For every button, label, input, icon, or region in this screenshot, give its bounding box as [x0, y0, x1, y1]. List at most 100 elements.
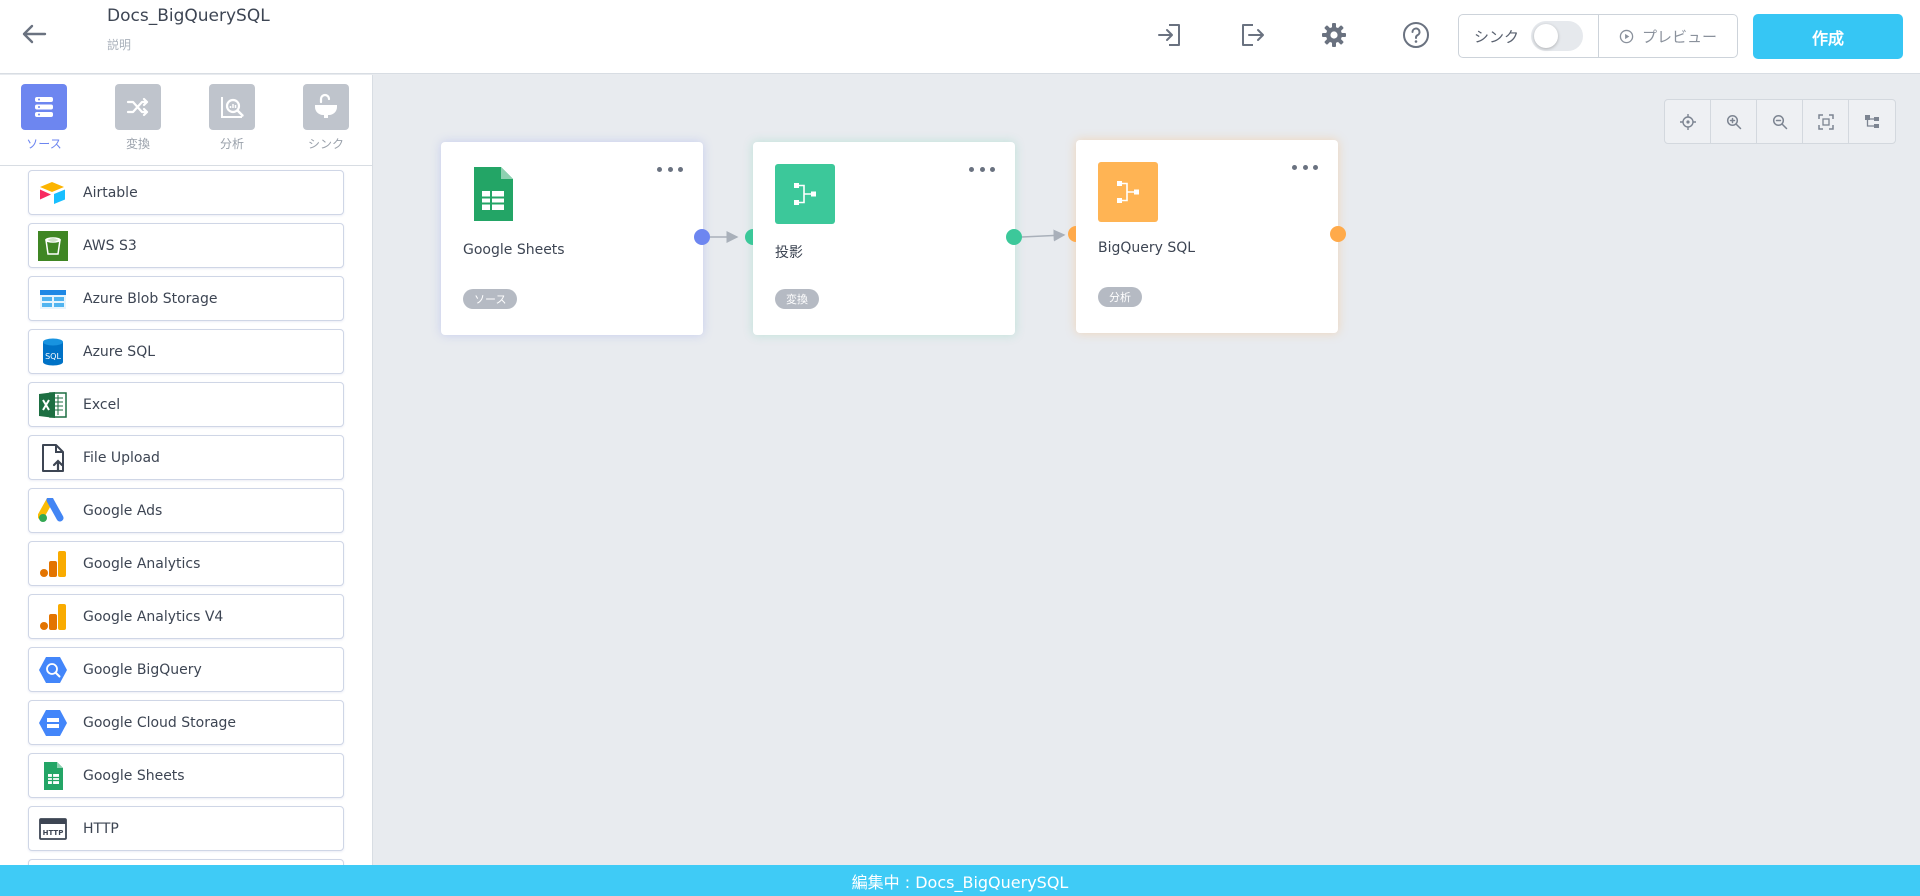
create-button[interactable]: 作成 — [1753, 14, 1903, 59]
node-menu-button[interactable] — [657, 162, 683, 176]
azure-sql-icon: SQL — [38, 337, 68, 367]
page-description[interactable]: 説明 — [107, 36, 131, 53]
node-title: Google Sheets — [463, 242, 565, 258]
connector-label: Google Analytics — [83, 555, 201, 572]
bigquery-icon — [38, 655, 68, 685]
flow-canvas[interactable]: Google Sheets ソース 投影 変換 BigQuery SQL 分析 — [374, 75, 1920, 865]
node-menu-button[interactable] — [1292, 160, 1318, 174]
shuffle-icon — [115, 84, 161, 130]
play-circle-icon — [1619, 29, 1634, 43]
import-button[interactable] — [1153, 18, 1187, 52]
node-google-sheets[interactable]: Google Sheets ソース — [441, 142, 703, 335]
help-button[interactable] — [1399, 18, 1433, 52]
connector-sidebar: ソース 変換 分析 シンク Airtable AWS S3 Azure Blob… — [0, 75, 373, 865]
output-port[interactable] — [1006, 229, 1022, 245]
sync-label: シンク — [1474, 27, 1520, 46]
connector-label: Azure SQL — [83, 343, 156, 360]
node-projection[interactable]: 投影 変換 — [753, 142, 1015, 335]
export-icon — [1242, 24, 1264, 46]
node-bigquery-sql[interactable]: BigQuery SQL 分析 — [1076, 140, 1338, 333]
sink-icon — [303, 84, 349, 130]
category-tabs: ソース 変換 分析 シンク — [0, 75, 372, 166]
settings-button[interactable] — [1317, 18, 1351, 52]
http-icon: HTTP — [38, 814, 68, 844]
google-ads-icon — [38, 496, 68, 526]
connector-azure-blob[interactable]: Azure Blob Storage — [28, 276, 344, 321]
airtable-icon — [38, 178, 68, 208]
top-header: Docs_BigQuerySQL 説明 シンク プレビュー 作成 — [0, 0, 1920, 74]
connector-google-bigquery[interactable]: Google BigQuery — [28, 647, 344, 692]
tab-analysis[interactable]: 分析 — [192, 84, 272, 152]
connector-file-upload[interactable]: File Upload — [28, 435, 344, 480]
analysis-flow-icon — [1098, 162, 1158, 222]
analysis-icon — [209, 84, 255, 130]
cloud-storage-icon — [38, 708, 68, 738]
connector-aws-s3[interactable]: AWS S3 — [28, 223, 344, 268]
import-icon — [1158, 24, 1180, 46]
page-title[interactable]: Docs_BigQuerySQL — [107, 6, 270, 26]
transform-icon — [775, 164, 835, 224]
back-button[interactable] — [18, 18, 50, 50]
preview-label: プレビュー — [1641, 27, 1717, 46]
connector-http[interactable]: HTTP HTTP — [28, 806, 344, 851]
excel-icon — [38, 390, 68, 420]
connector-label: Google Analytics V4 — [83, 608, 224, 625]
connector-label: HTTP — [83, 820, 119, 837]
database-icon — [21, 84, 67, 130]
node-menu-button[interactable] — [969, 162, 995, 176]
connector-google-sheets[interactable]: Google Sheets — [28, 753, 344, 798]
node-badge: 分析 — [1098, 287, 1142, 307]
sync-preview-group: シンク プレビュー — [1458, 14, 1738, 58]
file-upload-icon — [38, 443, 68, 473]
connector-excel[interactable]: Excel — [28, 382, 344, 427]
output-port[interactable] — [1330, 226, 1346, 242]
node-title: BigQuery SQL — [1098, 240, 1196, 256]
svg-text:HTTP: HTTP — [43, 829, 64, 837]
output-port[interactable] — [694, 229, 710, 245]
back-arrow-icon — [22, 24, 47, 44]
connector-google-analytics[interactable]: Google Analytics — [28, 541, 344, 586]
connector-label: AWS S3 — [83, 237, 137, 254]
google-sheets-icon — [463, 164, 523, 224]
aws-s3-icon — [38, 230, 68, 261]
connector-label: Google Sheets — [83, 767, 185, 784]
status-bar: 編集中 : Docs_BigQuerySQL — [0, 865, 1920, 896]
connector-list: Airtable AWS S3 Azure Blob Storage SQL A… — [0, 166, 372, 865]
connector-label: File Upload — [83, 449, 160, 466]
preview-button[interactable]: プレビュー — [1599, 15, 1737, 57]
tab-transform[interactable]: 変換 — [98, 84, 178, 152]
tab-sink-label: シンク — [307, 137, 344, 151]
tab-analysis-label: 分析 — [219, 137, 244, 151]
connector-label: Azure Blob Storage — [83, 290, 218, 307]
node-badge: 変換 — [775, 289, 819, 309]
connector-label: Airtable — [83, 184, 138, 201]
connector-label: Google Cloud Storage — [83, 714, 237, 731]
google-sheets-icon — [38, 761, 68, 791]
connector-google-ads[interactable]: Google Ads — [28, 488, 344, 533]
connector-airtable[interactable]: Airtable — [28, 170, 344, 215]
tab-sink[interactable]: シンク — [286, 84, 366, 152]
svg-text:SQL: SQL — [45, 352, 61, 361]
export-button[interactable] — [1235, 18, 1269, 52]
toggle-knob — [1534, 24, 1559, 48]
azure-blob-icon — [38, 284, 68, 314]
connector-azure-sql[interactable]: SQL Azure SQL — [28, 329, 344, 374]
tab-transform-label: 変換 — [125, 137, 150, 151]
edge-projection-bigquery[interactable] — [1021, 229, 1066, 242]
tab-source-label: ソース — [26, 137, 62, 151]
status-text: 編集中 : Docs_BigQuerySQL — [851, 872, 1069, 892]
help-icon — [1403, 22, 1429, 48]
tab-source[interactable]: ソース — [4, 84, 84, 152]
connector-google-cloud-storage[interactable]: Google Cloud Storage — [28, 700, 344, 745]
connector-label: Excel — [83, 396, 121, 413]
node-badge: ソース — [463, 289, 518, 309]
google-analytics-icon — [38, 602, 68, 632]
gear-icon — [1322, 23, 1346, 47]
connector-label: Google BigQuery — [83, 661, 202, 678]
sync-control: シンク — [1459, 15, 1599, 57]
connector-label: Google Ads — [83, 502, 163, 519]
connector-google-analytics-v4[interactable]: Google Analytics V4 — [28, 594, 344, 639]
google-analytics-icon — [38, 549, 68, 579]
sync-toggle[interactable] — [1531, 21, 1584, 51]
node-title: 投影 — [775, 245, 803, 261]
